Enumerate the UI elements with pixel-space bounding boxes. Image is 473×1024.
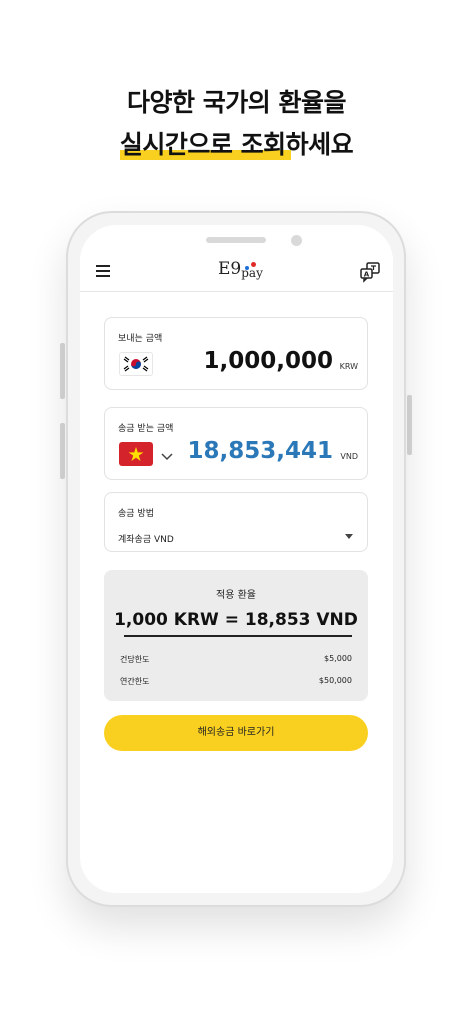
headline-line-1: 다양한 국가의 환율을	[127, 88, 346, 117]
annual-limit-row: 연간한도 $50,000	[120, 676, 352, 687]
phone-volume-up-button	[60, 343, 65, 399]
headline: 다양한 국가의 환율을 실시간으로 조회하세요	[0, 86, 473, 162]
headline-line-2: 실시간으로 조회하세요	[119, 130, 354, 160]
per-transaction-limit-row: 건당한도 $5,000	[120, 654, 352, 665]
menu-icon[interactable]	[96, 265, 110, 277]
e9pay-logo: E9pay	[218, 259, 263, 280]
overseas-transfer-button[interactable]: 해외송금 바로가기	[104, 715, 368, 751]
phone-screen: E9pay A 보내는 금액 1,000,000 KRW 송금 받는 금액 18…	[80, 225, 393, 893]
annual-limit-value: $50,000	[318, 676, 352, 685]
app-bar: E9pay A	[80, 255, 393, 292]
phone-power-button	[407, 395, 412, 455]
receive-amount-label: 송금 받는 금액	[118, 424, 174, 434]
send-currency: KRW	[339, 362, 358, 371]
phone-volume-down-button	[60, 423, 65, 479]
korea-flag-icon	[119, 352, 153, 376]
receive-amount-card[interactable]: 송금 받는 금액 18,853,441 VND	[104, 407, 368, 480]
svg-text:A: A	[364, 271, 370, 279]
send-amount-card[interactable]: 보내는 금액 1,000,000 KRW	[104, 317, 368, 390]
transfer-method-label: 송금 방법	[118, 509, 154, 519]
annual-limit-label: 연간한도	[120, 677, 150, 686]
phone-speaker	[206, 237, 266, 243]
rate-underline	[124, 635, 352, 637]
send-amount-value[interactable]: 1,000,000	[204, 348, 334, 374]
transfer-method-select[interactable]: 송금 방법 계좌송금 VND	[104, 492, 368, 552]
language-icon[interactable]: A	[359, 261, 381, 283]
exchange-rate-box: 적용 환율 1,000 KRW = 18,853 VND 건당한도 $5,000…	[104, 570, 368, 701]
phone-camera	[291, 235, 302, 246]
dropdown-caret-icon	[345, 534, 353, 539]
send-amount-label: 보내는 금액	[118, 334, 163, 344]
per-transaction-limit-label: 건당한도	[120, 655, 150, 664]
receive-currency: VND	[340, 452, 358, 461]
vietnam-flag-icon	[119, 442, 153, 466]
rate-value: 1,000 KRW = 18,853 VND	[114, 610, 358, 630]
per-transaction-limit-value: $5,000	[324, 654, 352, 663]
transfer-method-value: 계좌송금 VND	[118, 535, 174, 545]
receive-amount-value: 18,853,441	[187, 438, 333, 464]
rate-title: 적용 환율	[216, 590, 256, 601]
chevron-down-icon[interactable]	[161, 447, 173, 461]
